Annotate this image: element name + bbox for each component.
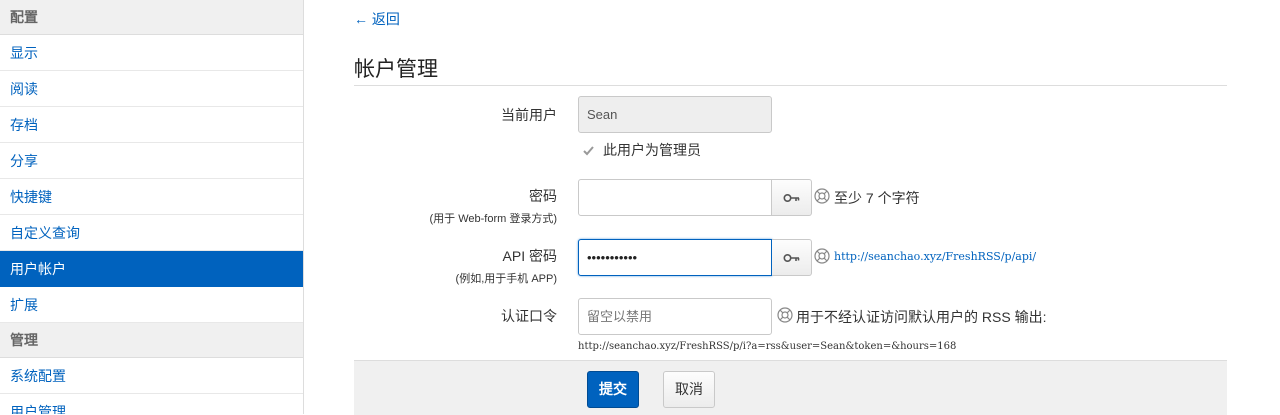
current-user-label-group: 当前用户 [501, 105, 557, 125]
form-actions: 提交 取消 [354, 360, 1227, 415]
cancel-button[interactable]: 取消 [663, 371, 715, 408]
api-password-input[interactable]: ••••••••••• [578, 239, 772, 276]
token-help-text: 用于不经认证访问默认用户的 RSS 输出: [796, 309, 1047, 325]
password-label-group: 密码 (用于 Web-form 登录方式) [429, 186, 557, 226]
submit-button[interactable]: 提交 [587, 371, 639, 408]
help-icon [777, 307, 793, 323]
api-password-reveal-button[interactable] [772, 239, 812, 276]
token-rss-url: http://seanchao.xyz/FreshRSS/p/i?a=rss&u… [578, 341, 957, 352]
admin-checkbox-label: 此用户为管理员 [603, 142, 701, 158]
sidebar-item-display[interactable]: 显示 [0, 35, 303, 71]
password-input[interactable] [578, 179, 772, 216]
token-label-group: 认证口令 [501, 306, 557, 326]
sidebar-item-reading[interactable]: 阅读 [0, 71, 303, 107]
sidebar: 配置 显示 阅读 存档 分享 快捷键 自定义查询 用户帐户 扩展 管理 系统配置… [0, 0, 304, 414]
token-label: 认证口令 [501, 308, 557, 324]
password-sublabel: (用于 Web-form 登录方式) [429, 213, 557, 225]
help-icon [814, 248, 830, 264]
sidebar-item-extensions[interactable]: 扩展 [0, 287, 303, 323]
sidebar-section-header-admin: 管理 [0, 323, 303, 358]
password-label: 密码 [529, 188, 557, 204]
help-icon [814, 188, 830, 204]
page-title: 帐户管理 [354, 58, 438, 81]
sidebar-item-sharing[interactable]: 分享 [0, 143, 303, 179]
sidebar-item-archiving[interactable]: 存档 [0, 107, 303, 143]
admin-checkbox[interactable] [582, 144, 595, 157]
api-url-link[interactable]: http://seanchao.xyz/FreshRSS/p/api/ [834, 250, 1036, 263]
checkmark-icon [583, 146, 594, 156]
sidebar-item-system[interactable]: 系统配置 [0, 358, 303, 394]
main-content: ← 返回 帐户管理 当前用户 Sean 此用户为管理员 密码 (用于 Web-f… [354, 0, 1227, 415]
sidebar-item-shortcuts[interactable]: 快捷键 [0, 179, 303, 215]
key-icon [783, 253, 800, 263]
api-password-label: API 密码 [502, 248, 557, 264]
current-user-field: Sean [578, 96, 772, 133]
back-link[interactable]: ← 返回 [354, 9, 400, 29]
sidebar-section-header-config: 配置 [0, 0, 303, 35]
sidebar-item-user-management[interactable]: 用户管理 [0, 394, 303, 414]
current-user-label: 当前用户 [501, 107, 557, 123]
password-help-text: 至少 7 个字符 [834, 190, 920, 206]
admin-checkbox-row: 此用户为管理员 [582, 140, 701, 160]
token-input[interactable] [578, 298, 772, 335]
api-password-label-group: API 密码 (例如,用于手机 APP) [456, 246, 557, 286]
sidebar-item-user-account[interactable]: 用户帐户 [0, 251, 303, 287]
key-icon [783, 193, 800, 203]
password-reveal-button[interactable] [772, 179, 812, 216]
api-password-sublabel: (例如,用于手机 APP) [455, 273, 557, 285]
sidebar-item-queries[interactable]: 自定义查询 [0, 215, 303, 251]
title-divider [354, 85, 1227, 86]
